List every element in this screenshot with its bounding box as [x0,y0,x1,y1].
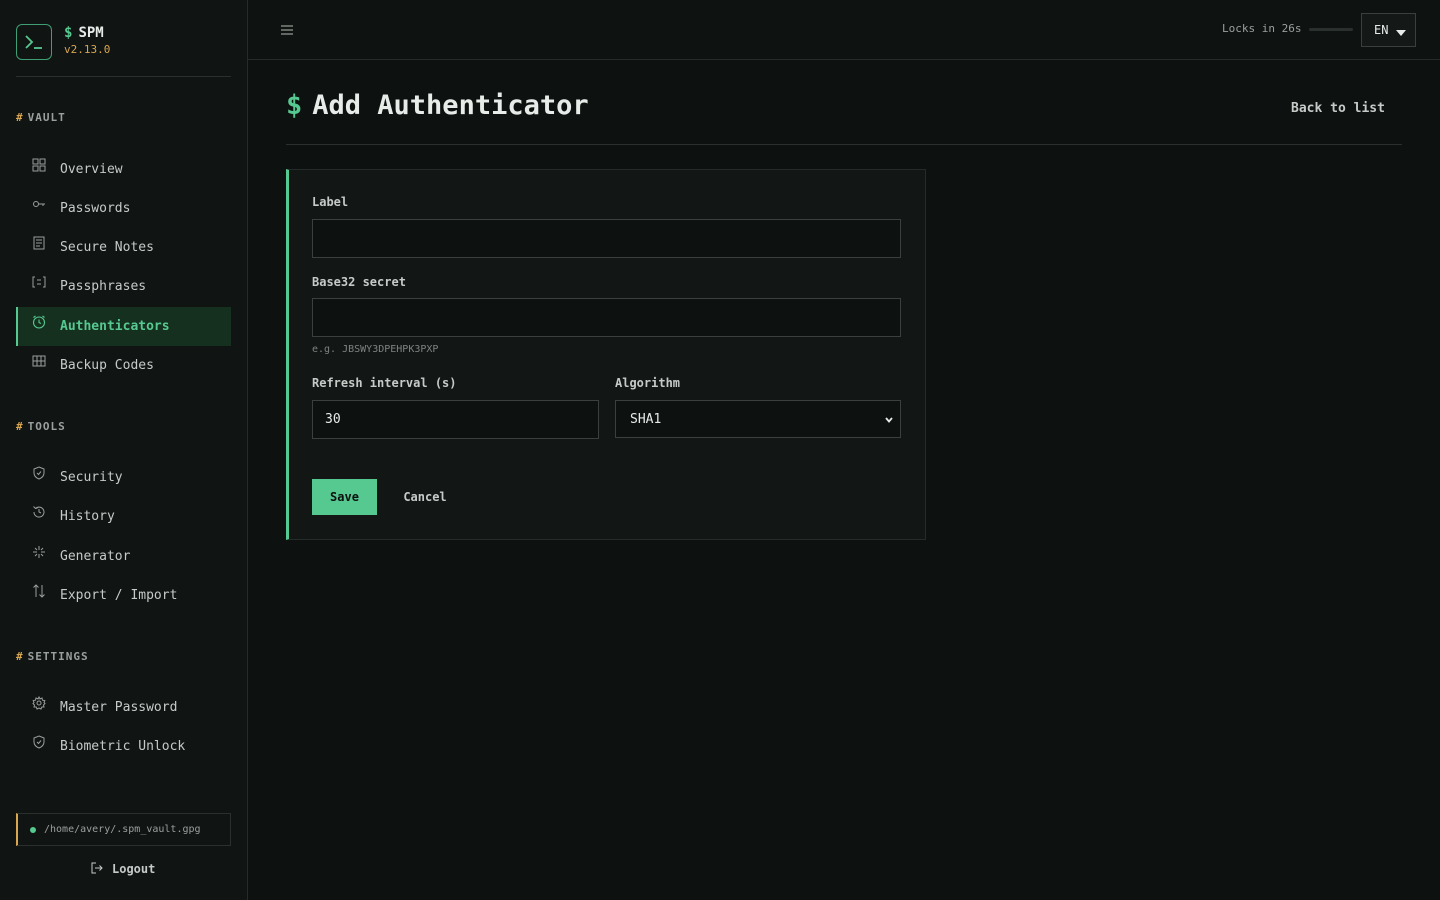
section-prefix: # [16,420,24,433]
secret-field-label: Base32 secret [312,275,406,289]
algorithm-field-label: Algorithm [615,376,681,390]
section-label: SETTINGS [27,650,89,663]
sparkle-icon [32,545,46,559]
shield-icon [32,735,46,749]
logout-label: Logout [112,862,156,876]
gear-icon [32,696,46,710]
brand-version: v2.13.0 [64,43,111,56]
brand-prompt: $ [64,25,73,41]
sidebar-item-label: Biometric Unlock [60,739,186,754]
sidebar-item-label: Backup Codes [60,358,154,373]
table-icon [32,354,46,368]
sidebar-item-security[interactable]: Security [16,458,231,497]
section-prefix: # [16,111,24,124]
bracket-icon [32,275,46,289]
page-title-text: Add Authenticator [312,90,589,121]
clock-icon [32,315,46,329]
algorithm-select[interactable]: SHA1 [615,400,901,438]
arrows-updown-icon [32,584,46,598]
menu-toggle-button[interactable] [280,22,294,38]
sidebar-item-label: Authenticators [60,319,170,334]
history-icon [32,505,46,519]
sidebar-item-biometric-unlock[interactable]: Biometric Unlock [16,727,231,766]
sidebar-item-history[interactable]: History [16,497,231,536]
sidebar-item-label: Security [60,470,123,485]
page-title: $ Add Authenticator [286,90,589,121]
save-button[interactable]: Save [312,479,377,515]
section-title-settings: # SETTINGS [16,650,89,663]
base32-secret-input[interactable] [312,298,901,337]
auto-lock-progress [1309,28,1353,31]
vault-status-dot [30,826,36,833]
section-prefix: # [16,650,24,663]
section-title-tools: # TOOLS [16,420,66,433]
vault-path-indicator: /home/avery/.spm_vault.gpg [16,813,231,846]
sidebar-item-label: Passwords [60,201,131,216]
back-to-list-link[interactable]: Back to list [1291,101,1385,116]
sidebar-item-label: Passphrases [60,279,147,294]
language-select[interactable]: EN [1361,13,1416,47]
grid-icon [32,158,46,172]
sidebar-item-master-password[interactable]: Master Password [16,688,231,727]
sidebar-item-backup-codes[interactable]: Backup Codes [16,346,231,385]
refresh-interval-input[interactable] [312,400,599,439]
key-icon [32,197,46,211]
shield-icon [32,466,46,480]
section-title-vault: # VAULT [16,111,66,124]
chevron-down-icon [884,414,894,429]
language-value: EN [1374,23,1389,37]
terminal-prompt-icon [16,24,52,60]
cancel-button[interactable]: Cancel [392,479,458,515]
sidebar-item-passphrases[interactable]: Passphrases [16,267,231,306]
sidebar-item-generator[interactable]: Generator [16,537,231,576]
sidebar-item-passwords[interactable]: Passwords [16,189,231,228]
sidebar-item-label: Export / Import [60,588,178,603]
algorithm-value: SHA1 [630,411,662,427]
sidebar-item-overview[interactable]: Overview [16,150,231,189]
brand-name: SPM [78,25,104,41]
title-prompt: $ [286,90,303,121]
sidebar-item-authenticators[interactable]: Authenticators [16,307,231,346]
sidebar-item-label: History [60,509,115,524]
label-field-label: Label [312,195,349,209]
brand: $ SPM v2.13.0 [16,24,231,77]
sidebar-item-label: Overview [60,162,123,177]
section-label: TOOLS [27,420,66,433]
topbar: Locks in 26s EN [248,0,1440,60]
sidebar: $ SPM v2.13.0 # VAULT Overview Passwords S… [0,0,248,900]
sidebar-item-secure-notes[interactable]: Secure Notes [16,228,231,267]
sidebar-item-label: Secure Notes [60,240,154,255]
brand-title: $ SPM [64,25,104,41]
secret-hint: e.g. JBSWY3DPEHPK3PXP [312,344,439,355]
caret-down-icon [1396,21,1407,40]
note-icon [32,236,46,250]
logout-button[interactable]: Logout [90,860,155,878]
sidebar-item-label: Generator [60,549,131,564]
hamburger-icon [280,23,294,42]
title-divider [286,144,1402,145]
vault-path: /home/avery/.spm_vault.gpg [44,824,201,835]
sidebar-item-label: Master Password [60,700,178,715]
sidebar-item-export-import[interactable]: Export / Import [16,576,231,615]
interval-field-label: Refresh interval (s) [312,376,457,390]
logout-icon [90,860,104,879]
auto-lock-countdown: Locks in 26s [1222,22,1302,35]
section-label: VAULT [27,111,66,124]
label-input[interactable] [312,219,901,258]
